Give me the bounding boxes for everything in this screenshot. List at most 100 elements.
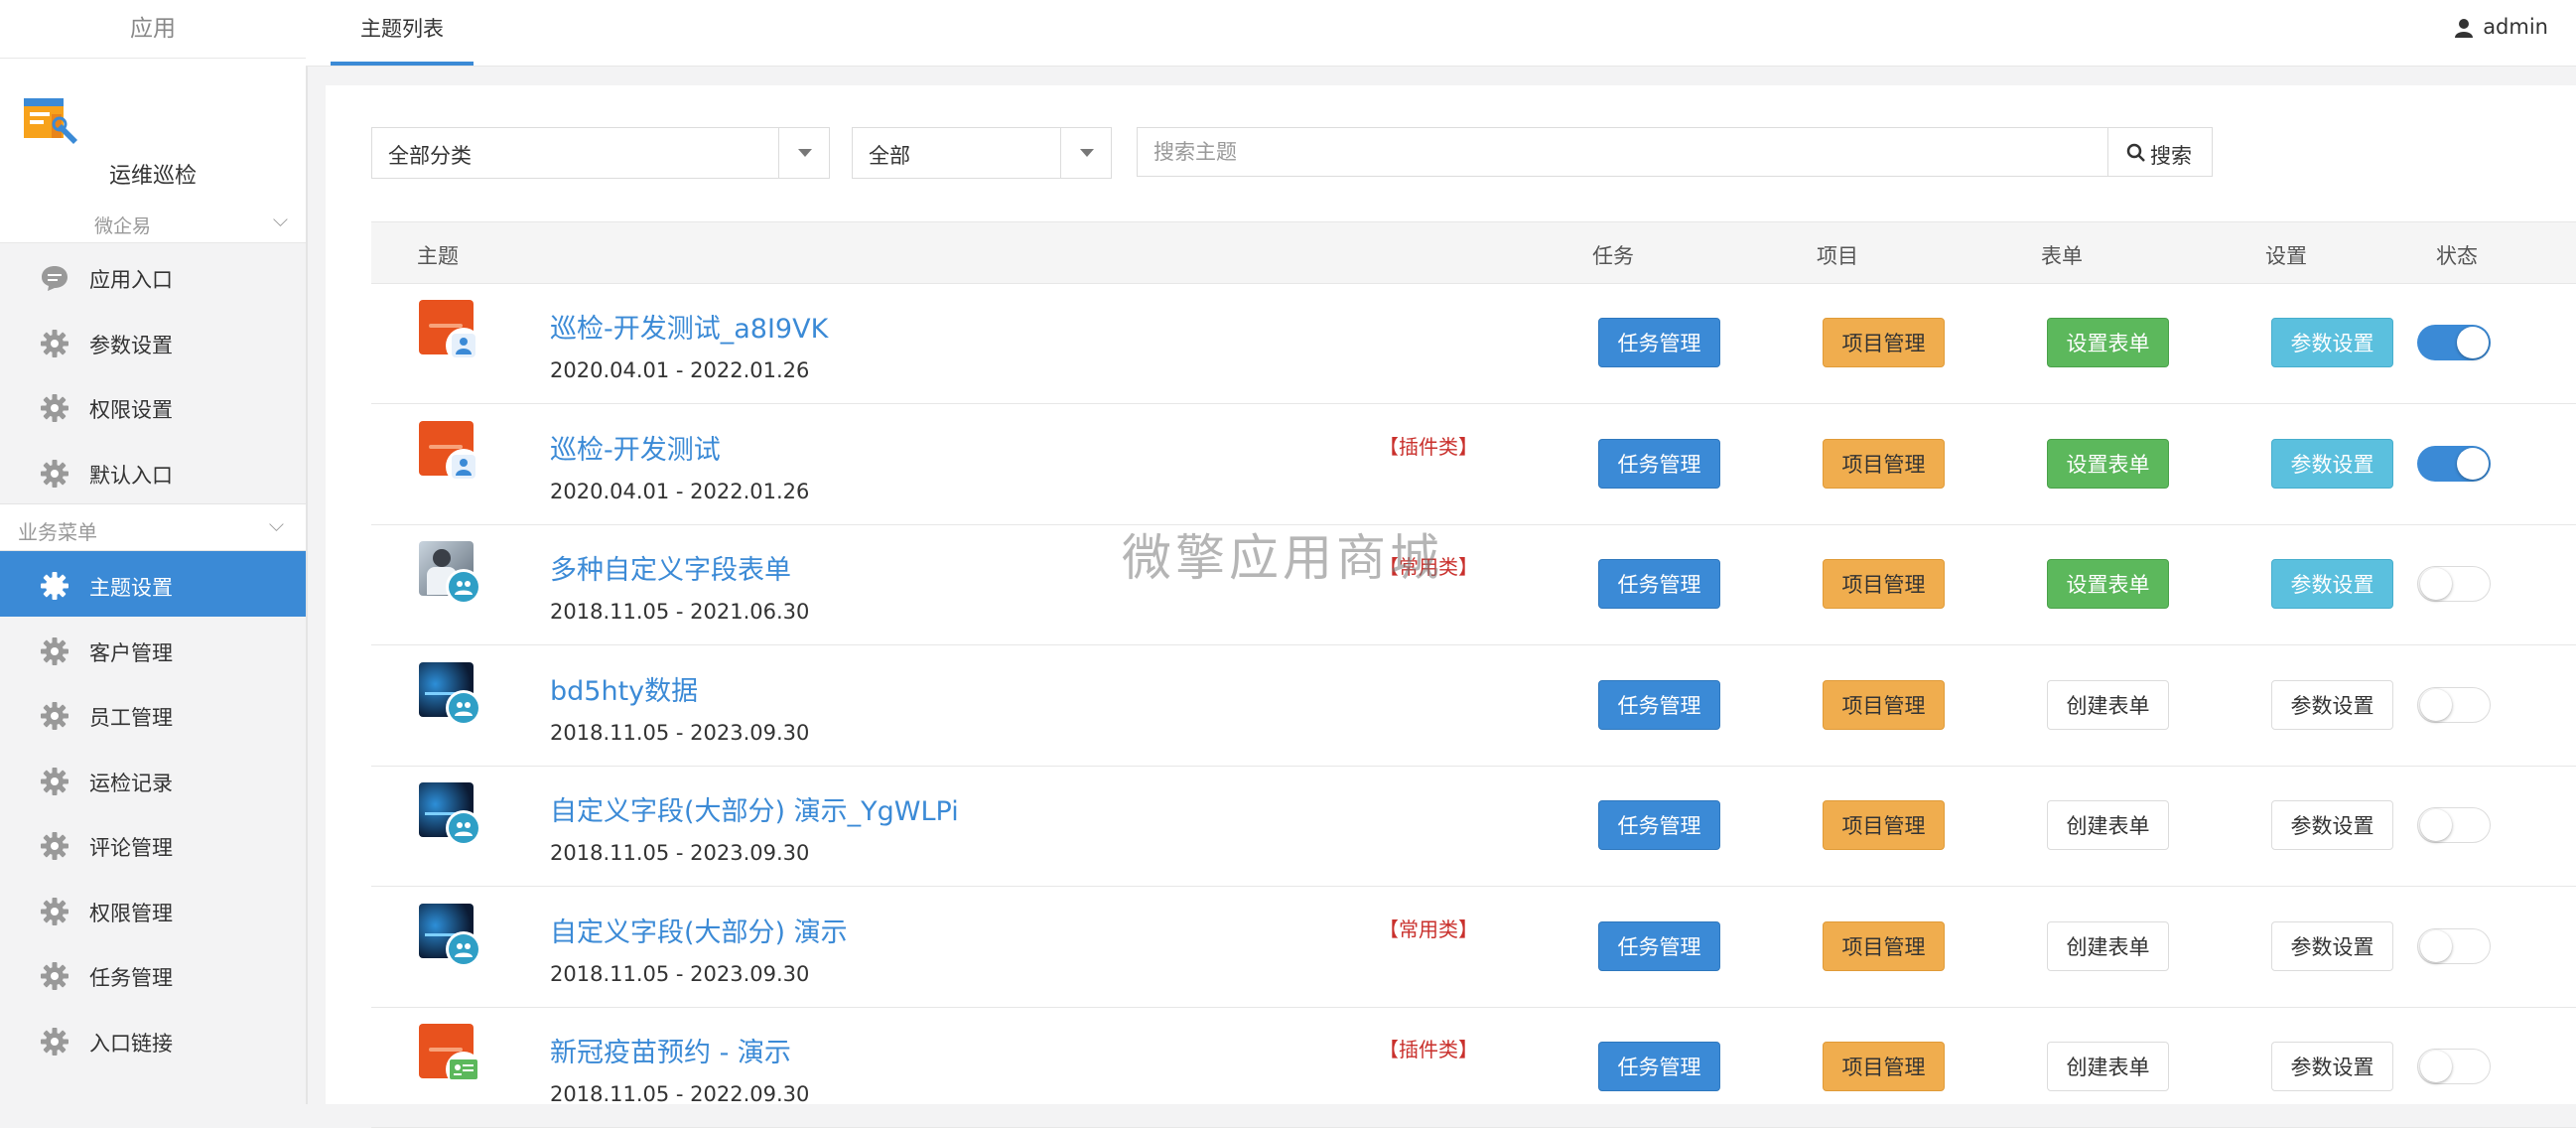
status-toggle[interactable] xyxy=(2417,1049,2491,1084)
form-button[interactable]: 设置表单 xyxy=(2047,559,2169,609)
toggle-knob xyxy=(2420,688,2452,721)
settings-button[interactable]: 参数设置 xyxy=(2271,679,2393,730)
form-button[interactable]: 创建表单 xyxy=(2047,1042,2169,1091)
project-manage-button[interactable]: 项目管理 xyxy=(1823,800,1945,850)
gear-icon xyxy=(41,394,68,422)
sidebar-item[interactable]: 任务管理 xyxy=(0,941,306,1007)
header-form: 表单 xyxy=(2041,244,2083,268)
sidebar-item-label: 权限管理 xyxy=(89,901,173,925)
task-manage-button[interactable]: 任务管理 xyxy=(1598,1042,1720,1091)
task-manage-button[interactable]: 任务管理 xyxy=(1598,559,1720,609)
topic-type-badge-icon xyxy=(446,569,481,605)
task-manage-button[interactable]: 任务管理 xyxy=(1598,920,1720,971)
topic-category-tag: 【常用类】 xyxy=(1379,916,1478,941)
sidebar-item[interactable]: 客户管理 xyxy=(0,617,306,682)
main-panel: 全部分类 全部 搜索 主题 任务 项目 表单 设置 状态 巡检-开发测试_a8I… xyxy=(326,85,2576,1128)
sidebar-item[interactable]: 运检记录 xyxy=(0,747,306,812)
search-button[interactable]: 搜索 xyxy=(2107,127,2213,177)
gear-icon xyxy=(41,459,68,488)
status-toggle[interactable] xyxy=(2417,686,2491,723)
search-input[interactable] xyxy=(1137,127,2109,177)
project-manage-button[interactable]: 项目管理 xyxy=(1823,920,1945,971)
topic-type-badge-icon xyxy=(446,328,481,363)
topic-title-link[interactable]: bd5hty数据 xyxy=(550,669,698,708)
settings-button[interactable]: 参数设置 xyxy=(2271,318,2393,367)
sidebar-item[interactable]: 默认入口 xyxy=(0,439,306,504)
sidebar-brand: 运维巡检 xyxy=(0,59,306,198)
sidebar-item[interactable]: 权限设置 xyxy=(0,373,306,439)
task-manage-button[interactable]: 任务管理 xyxy=(1598,438,1720,489)
topic-title-link[interactable]: 新冠疫苗预约 - 演示 xyxy=(550,1031,791,1069)
search-icon xyxy=(2126,143,2145,162)
project-manage-button[interactable]: 项目管理 xyxy=(1823,559,1945,609)
form-button[interactable]: 设置表单 xyxy=(2047,438,2169,489)
project-manage-button[interactable]: 项目管理 xyxy=(1823,438,1945,489)
sidebar-item[interactable]: 入口链接 xyxy=(0,1007,306,1072)
topic-title-link[interactable]: 多种自定义字段表单 xyxy=(550,548,791,587)
sidebar-item[interactable]: 应用入口 xyxy=(0,243,306,309)
sidebar-item-label: 参数设置 xyxy=(89,333,173,357)
status-toggle[interactable] xyxy=(2417,927,2491,964)
sidebar-item-label: 客户管理 xyxy=(89,640,173,665)
table-row: 自定义字段(大部分) 演示 2018.11.05 - 2023.09.30 【常用类… xyxy=(371,887,2576,1008)
sidebar-item[interactable]: 员工管理 xyxy=(0,681,306,747)
sidebar-item-label: 主题设置 xyxy=(89,576,173,600)
gear-icon xyxy=(41,832,68,860)
topic-title-link[interactable]: 自定义字段(大部分) 演示_YgWLPi xyxy=(550,789,959,828)
sidebar-sub-section[interactable]: 微企易 ⌵ xyxy=(0,198,306,243)
topic-title-link[interactable]: 巡检-开发测试 xyxy=(550,428,721,467)
form-button[interactable]: 创建表单 xyxy=(2047,920,2169,971)
sidebar-business-items: 主题设置客户管理员工管理运检记录评论管理权限管理任务管理入口链接 xyxy=(0,551,306,1071)
status-toggle[interactable] xyxy=(2417,445,2491,482)
settings-button[interactable]: 参数设置 xyxy=(2271,800,2393,850)
user-menu[interactable]: admin xyxy=(2455,15,2548,39)
status-toggle[interactable] xyxy=(2417,807,2491,843)
status-toggle[interactable] xyxy=(2417,566,2491,602)
topic-title-link[interactable]: 巡检-开发测试_a8I9VK xyxy=(550,307,828,346)
settings-button[interactable]: 参数设置 xyxy=(2271,920,2393,971)
task-manage-button[interactable]: 任务管理 xyxy=(1598,800,1720,850)
sidebar-item-label: 权限设置 xyxy=(89,398,173,422)
topic-category-tag: 【插件类】 xyxy=(1379,1038,1478,1061)
topic-title-link[interactable]: 自定义字段(大部分) 演示 xyxy=(550,911,848,949)
sidebar-apps-header[interactable]: 应用 xyxy=(0,0,306,59)
toggle-knob xyxy=(2457,327,2489,358)
task-manage-button[interactable]: 任务管理 xyxy=(1598,679,1720,730)
task-manage-button[interactable]: 任务管理 xyxy=(1598,318,1720,367)
settings-button[interactable]: 参数设置 xyxy=(2271,1042,2393,1091)
sidebar-item-label: 任务管理 xyxy=(89,966,173,990)
status-select[interactable]: 全部 xyxy=(852,127,1112,179)
sidebar-item-label: 评论管理 xyxy=(89,836,173,860)
form-button[interactable]: 创建表单 xyxy=(2047,679,2169,730)
sidebar-item[interactable]: 权限管理 xyxy=(0,877,306,942)
gear-icon xyxy=(41,572,68,600)
settings-button[interactable]: 参数设置 xyxy=(2271,559,2393,609)
sidebar-group-business[interactable]: 业务菜单 ⌵ xyxy=(0,503,306,551)
sidebar-item[interactable]: 评论管理 xyxy=(0,811,306,877)
tab-topic-list[interactable]: 主题列表 xyxy=(331,0,474,66)
project-manage-button[interactable]: 项目管理 xyxy=(1823,1042,1945,1091)
toggle-knob xyxy=(2420,1051,2452,1082)
sidebar-item[interactable]: 主题设置 xyxy=(0,551,306,617)
header-task: 任务 xyxy=(1592,244,1634,268)
table-row: 巡检-开发测试 2020.04.01 - 2022.01.26 【插件类】 任务管理 项… xyxy=(371,404,2576,525)
gear-icon xyxy=(41,962,68,990)
form-button[interactable]: 创建表单 xyxy=(2047,800,2169,850)
sidebar-item[interactable]: 参数设置 xyxy=(0,309,306,374)
chevron-down-icon: ⌵ xyxy=(268,512,284,536)
settings-button[interactable]: 参数设置 xyxy=(2271,438,2393,489)
sidebar-item-label: 运检记录 xyxy=(89,771,173,795)
category-select[interactable]: 全部分类 xyxy=(371,127,830,179)
form-button[interactable]: 设置表单 xyxy=(2047,318,2169,367)
table-row: bd5hty数据 2018.11.05 - 2023.09.30 任务管理 项目管理 创… xyxy=(371,645,2576,767)
topic-date-range: 2018.11.05 - 2021.06.30 xyxy=(550,600,810,624)
status-toggle[interactable] xyxy=(2417,325,2491,360)
chat-bubble-icon xyxy=(42,266,68,291)
project-manage-button[interactable]: 项目管理 xyxy=(1823,679,1945,730)
project-manage-button[interactable]: 项目管理 xyxy=(1823,318,1945,367)
table-row: 自定义字段(大部分) 演示_YgWLPi 2018.11.05 - 2023.09… xyxy=(371,766,2576,887)
gear-icon xyxy=(41,897,68,925)
sidebar: 应用 运维巡检 微企易 ⌵ 应用入口参数设置权限设置默认入口 业务菜单 ⌵ 主题… xyxy=(0,0,308,1104)
toggle-knob xyxy=(2420,929,2452,962)
sidebar-top-items: 应用入口参数设置权限设置默认入口 xyxy=(0,243,306,503)
